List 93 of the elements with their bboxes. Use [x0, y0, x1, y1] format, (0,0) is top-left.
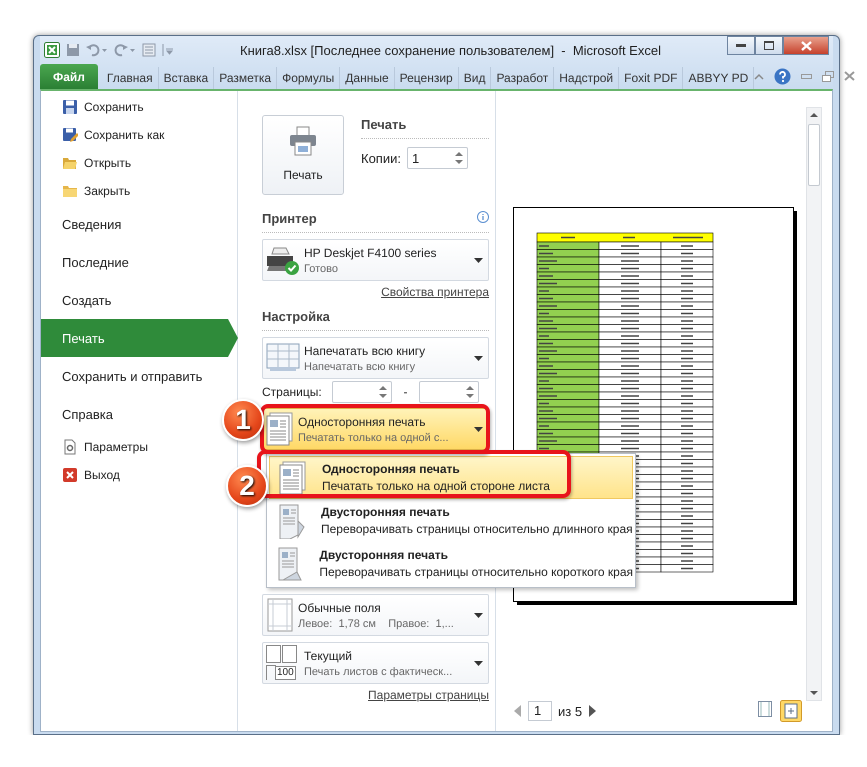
section-heading: Принтер [262, 211, 317, 226]
undo-icon[interactable] [86, 42, 108, 56]
worksheet-icon [266, 343, 300, 373]
page-count: из 5 [558, 704, 582, 718]
page-number-field[interactable]: 1 [528, 701, 552, 721]
option-title: Текущий [304, 648, 353, 662]
backstage-tab[interactable]: Сведения [41, 205, 130, 243]
info-icon[interactable] [477, 211, 489, 223]
customize-toolbar-icon[interactable] [162, 42, 174, 56]
caret-icon [474, 258, 483, 262]
backstage-tab[interactable]: Печать [41, 319, 238, 357]
maximize-icon [764, 41, 774, 50]
sides-dropdown[interactable]: Односторонняя печать Печатать только на одной с... [262, 408, 489, 450]
scroll-thumb[interactable] [808, 124, 820, 186]
form-icon[interactable] [142, 42, 156, 56]
close-button[interactable] [783, 36, 829, 55]
option-title: HP Deskjet F4100 series [304, 246, 438, 260]
menu-command[interactable]: Параметры [41, 433, 156, 461]
open-folder-icon [62, 155, 78, 171]
page-setup-link[interactable]: Параметры страницы [368, 688, 489, 702]
collapse-ribbon-icon[interactable] [754, 72, 764, 80]
margins-dropdown[interactable]: Обычные поля Левое: 1,78 см Правое: 1,... [262, 594, 489, 636]
menu-option[interactable]: Двусторонняя печать Переворачивать страницы относительно короткого края [269, 542, 633, 585]
minimize-icon [736, 44, 746, 47]
redo-icon[interactable] [114, 42, 136, 56]
backstage-tab[interactable]: Справка [41, 395, 121, 433]
vertical-scrollbar[interactable] [806, 107, 822, 701]
minimize-button[interactable] [727, 36, 755, 55]
option-description: Напечатать всю книгу [304, 360, 416, 372]
option-description: Переворачивать страницы относительно длинного края [321, 522, 633, 536]
copies-label: Копии: [361, 150, 401, 166]
option-title: Двусторонняя печать [321, 505, 451, 519]
zoom-to-page-icon[interactable] [780, 700, 802, 722]
printer-dropdown[interactable]: HP Deskjet F4100 series Готово [262, 239, 489, 281]
option-title: Односторонняя печать [298, 414, 427, 428]
backstage-tab[interactable]: Последние [41, 243, 137, 281]
ribbon-tab[interactable]: Файл [40, 64, 98, 89]
menu-option[interactable]: Двусторонняя печать Переворачивать страницы относительно длинного края [269, 499, 633, 542]
print-what-dropdown[interactable]: Напечатать всю книгу Напечатать всю книгу [262, 337, 489, 379]
caret-icon [474, 612, 483, 618]
option-description: Печатать только на одной с... [298, 432, 450, 444]
maximize-button[interactable] [755, 36, 783, 55]
help-icon[interactable] [774, 68, 792, 84]
copies-field[interactable]: 1 [406, 147, 468, 169]
option-title: Односторонняя печать [322, 462, 461, 476]
section-heading: Настройка [262, 309, 489, 331]
spinner-arrows-icon[interactable] [454, 150, 463, 166]
backstage-tab[interactable]: Сохранить и отправить [41, 357, 210, 395]
show-margins-icon[interactable] [756, 700, 774, 718]
close-icon [800, 40, 812, 50]
margins-page-icon [266, 598, 294, 632]
menu-command[interactable]: Сохранить как [41, 121, 172, 149]
caret-icon [474, 660, 483, 666]
range-separator: - [402, 385, 408, 399]
minimize-icon[interactable] [801, 74, 812, 78]
menu-command[interactable]: Закрыть [41, 177, 138, 205]
single-page-icon [279, 460, 307, 494]
next-page-icon[interactable] [588, 705, 596, 717]
option-description: Печатать только на одной стороне листа [322, 479, 550, 493]
option-description: Переворачивать страницы относительно короткого края [319, 565, 633, 579]
page-from-field[interactable] [332, 381, 392, 403]
restore-icon[interactable] [822, 70, 834, 82]
menu-command[interactable]: Выход [41, 461, 128, 489]
close-icon [62, 467, 78, 483]
single-page-icon [266, 412, 294, 446]
caret-icon [474, 426, 483, 432]
option-description: Левое: 1,78 см Правое: 1,... [298, 618, 455, 630]
option-title: Двусторонняя печать [319, 548, 450, 562]
excel-logo-icon [44, 42, 60, 58]
option-title: Напечатать всю книгу [304, 344, 426, 358]
menu-option[interactable]: Односторонняя печать Печатать только на одной стороне листа [269, 456, 633, 499]
caret-icon [474, 356, 483, 360]
scaling-dropdown[interactable]: 100 Текущий Печать листов с фактическ... [262, 642, 489, 684]
printer-icon [288, 126, 318, 156]
pages-label: Страницы: [262, 385, 323, 399]
spinner-arrows-icon[interactable] [379, 384, 387, 400]
previous-page-icon[interactable] [514, 705, 522, 717]
menu-command[interactable]: Сохранить [41, 93, 152, 121]
backstage-tab[interactable]: Создать [41, 281, 120, 319]
spinner-arrows-icon[interactable] [466, 384, 474, 400]
page-to-field[interactable] [419, 381, 479, 403]
print-button[interactable]: Печать [262, 115, 344, 195]
menu-command[interactable]: Открыть [41, 149, 140, 177]
folder-icon [62, 183, 78, 199]
close-icon[interactable] [844, 71, 856, 81]
option-description: Печать листов с фактическ... [304, 666, 454, 678]
duplex-long-edge-icon [278, 502, 306, 538]
section-heading: Печать [361, 117, 489, 139]
printer-properties-link[interactable]: Свойства принтера [381, 285, 489, 299]
window-title: Книга8.xlsx [Последнее сохранение пользователем] - Microsoft Excel [239, 42, 662, 58]
option-description: Готово [304, 262, 339, 274]
option-title: Обычные поля [298, 600, 382, 614]
document-icon [62, 439, 78, 455]
